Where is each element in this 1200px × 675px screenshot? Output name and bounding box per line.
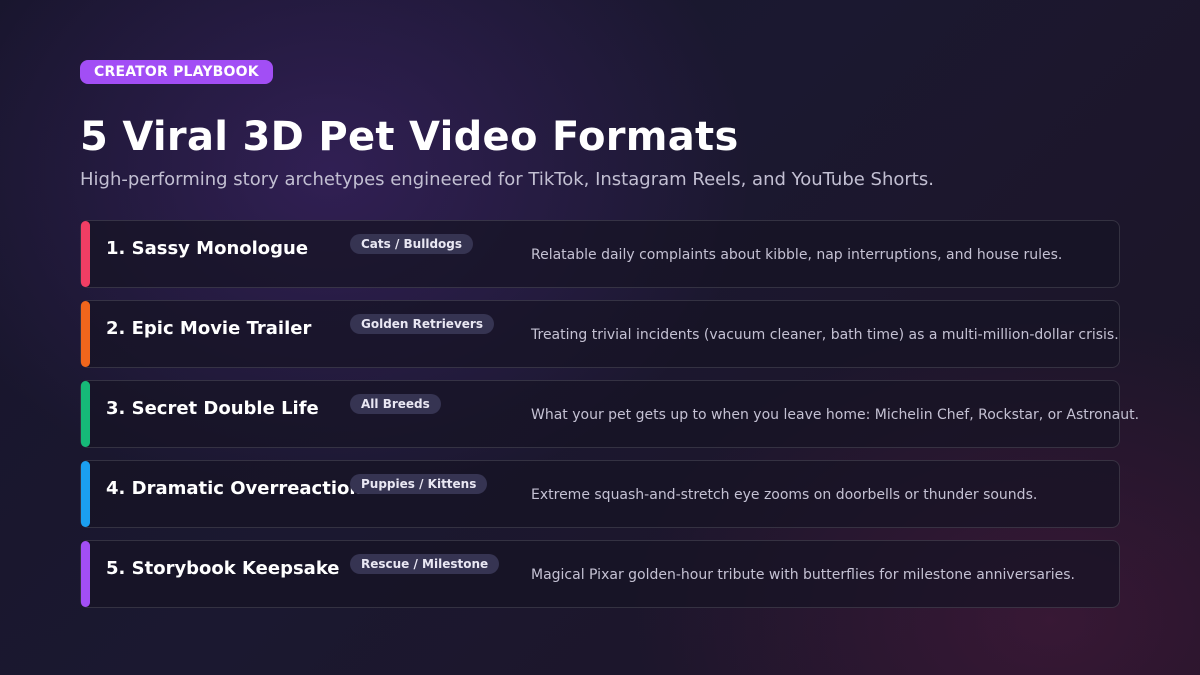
format-card-2: 2. Epic Movie Trailer Golden Retrievers …: [80, 300, 1120, 368]
creator-playbook-badge: CREATOR PLAYBOOK: [80, 60, 273, 84]
format-description: Extreme squash-and-stretch eye zooms on …: [531, 487, 1038, 503]
accent-bar: [81, 461, 90, 527]
page-title: 5 Viral 3D Pet Video Formats: [80, 114, 739, 160]
format-card-5: 5. Storybook Keepsake Rescue / Milestone…: [80, 540, 1120, 608]
format-description: What your pet gets up to when you leave …: [531, 407, 1140, 423]
accent-bar: [81, 541, 90, 607]
format-title: 4. Dramatic Overreaction: [106, 478, 363, 499]
accent-bar: [81, 381, 90, 447]
page-subtitle: High-performing story archetypes enginee…: [80, 169, 934, 190]
breed-tag: Golden Retrievers: [350, 314, 494, 334]
format-description: Relatable daily complaints about kibble,…: [531, 247, 1063, 263]
format-title: 3. Secret Double Life: [106, 398, 319, 419]
slide: CREATOR PLAYBOOK 5 Viral 3D Pet Video Fo…: [80, 60, 1139, 608]
format-title: 5. Storybook Keepsake: [106, 558, 340, 579]
format-card-1: 1. Sassy Monologue Cats / Bulldogs Relat…: [80, 220, 1120, 288]
breed-tag: All Breeds: [350, 394, 441, 414]
format-card-4: 4. Dramatic Overreaction Puppies / Kitte…: [80, 460, 1120, 528]
format-description: Magical Pixar golden-hour tribute with b…: [531, 567, 1075, 583]
format-title: 1. Sassy Monologue: [106, 238, 309, 259]
breed-tag: Puppies / Kittens: [350, 474, 488, 494]
format-description: Treating trivial incidents (vacuum clean…: [531, 327, 1119, 343]
format-list: 1. Sassy Monologue Cats / Bulldogs Relat…: [80, 220, 1139, 620]
format-title: 2. Epic Movie Trailer: [106, 318, 312, 339]
breed-tag: Cats / Bulldogs: [350, 234, 474, 254]
breed-tag: Rescue / Milestone: [350, 554, 500, 574]
accent-bar: [81, 221, 90, 287]
format-card-3: 3. Secret Double Life All Breeds What yo…: [80, 380, 1139, 448]
accent-bar: [81, 301, 90, 367]
